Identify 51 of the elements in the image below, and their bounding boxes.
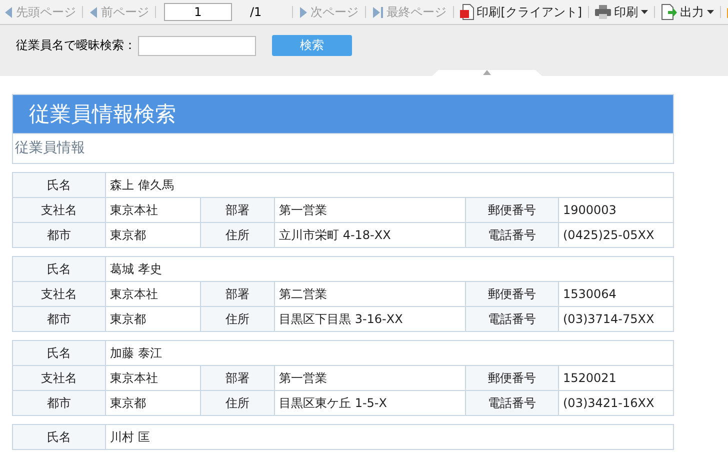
search-button[interactable]: 検索 [272,35,352,56]
field-label: 氏名 [13,425,106,450]
field-value: 立川市栄町 4-18-XX [275,223,466,248]
print-client-button[interactable]: 印刷[クライアント] [456,4,586,20]
field-label: 部署 [201,366,275,391]
field-label: 支社名 [13,282,106,307]
field-value: 目黒区東ケ丘 1-5-X [275,391,466,416]
field-label: 氏名 [13,257,106,282]
report-title: 従業員情報検索 [12,94,674,134]
field-label: 電話番号 [466,391,559,416]
field-value: 目黒区下目黒 3-16-XX [275,307,466,332]
field-label: 部署 [201,282,275,307]
page-total: /1 [250,5,262,19]
field-label: 住所 [201,223,275,248]
field-label: 都市 [13,391,106,416]
field-value: (03)3714-75XX [559,307,673,332]
field-label: 電話番号 [466,223,559,248]
field-label: 郵便番号 [466,282,559,307]
export-icon [661,4,678,20]
field-label: 氏名 [13,173,106,198]
first-page-icon [4,6,13,18]
field-value: 1520021 [559,366,673,391]
field-label: 都市 [13,223,106,248]
field-value: 1900003 [559,198,673,223]
search-label: 従業員名で曖昧検索： [16,37,136,54]
field-label: 氏名 [13,341,106,366]
field-label: 部署 [201,198,275,223]
next-page-icon [298,6,308,18]
last-page-icon [372,6,384,18]
printer-icon [595,5,612,19]
page-number-field[interactable]: 1 [164,3,232,21]
field-label: 支社名 [13,198,106,223]
field-value: 川村 匡 [106,425,673,450]
field-value: (0425)25-05XX [559,223,673,248]
collapse-arrow-icon [483,70,491,75]
employee-name-field[interactable] [138,36,256,56]
field-label: 電話番号 [466,307,559,332]
field-value: 1530064 [559,282,673,307]
field-label: 郵便番号 [466,198,559,223]
field-label: 都市 [13,307,106,332]
previous-page-icon [89,6,98,18]
print-button[interactable]: 印刷 [591,4,652,20]
pdf-document-icon [460,4,474,20]
field-label: 住所 [201,391,275,416]
section-heading: 従業員情報 [12,134,674,164]
collapse-tab[interactable] [432,70,542,76]
field-label: 郵便番号 [466,366,559,391]
field-label: 支社名 [13,366,106,391]
export-button[interactable]: 出力 [657,4,718,20]
field-value: (03)3421-16XX [559,391,673,416]
field-label: 住所 [201,307,275,332]
